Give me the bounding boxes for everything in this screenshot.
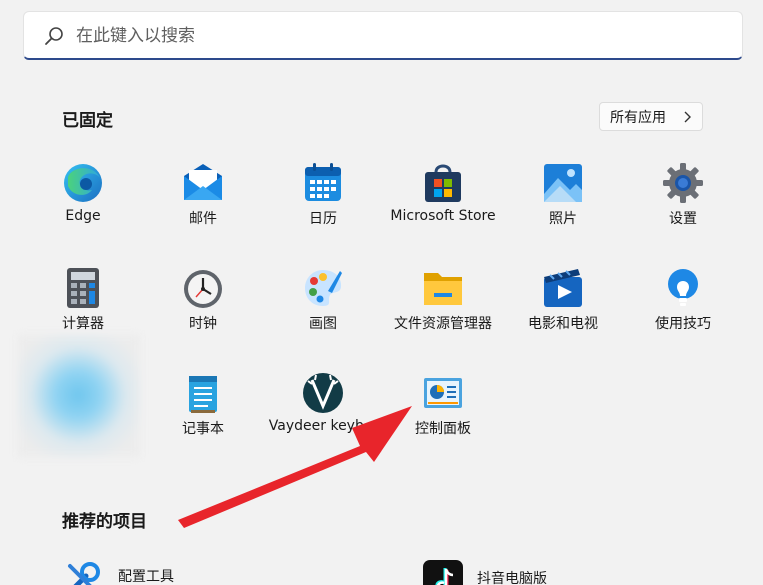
recommended-item-douyin[interactable]: 抖音电脑版 [423, 560, 603, 585]
app-mail[interactable]: 邮件 [142, 162, 262, 262]
app-label: 设置 [669, 211, 697, 227]
app-label: 日历 [309, 211, 337, 227]
app-label: 邮件 [189, 211, 217, 227]
mail-icon [184, 164, 222, 200]
app-label: Microsoft Store [390, 208, 496, 224]
blurred-app-tile[interactable] [18, 335, 140, 457]
chevron-right-icon [684, 111, 691, 123]
recommended-item-config-tool[interactable]: 配置工具 [64, 558, 224, 585]
app-label: 照片 [549, 211, 577, 227]
tips-icon [668, 269, 698, 306]
app-label: 画图 [309, 316, 337, 332]
search-icon [45, 27, 63, 45]
app-movies-tv[interactable]: 电影和电视 [502, 267, 622, 367]
app-photos[interactable]: 照片 [502, 162, 622, 262]
app-label: 文件资源管理器 [394, 316, 492, 332]
app-microsoft-store[interactable]: Microsoft Store [382, 162, 502, 262]
search-bar[interactable] [23, 11, 743, 60]
recommended-label: 抖音电脑版 [477, 571, 547, 585]
photos-icon [544, 164, 582, 202]
app-label: 使用技巧 [655, 316, 711, 332]
recommended-label: 配置工具 [118, 569, 174, 585]
calculator-icon [67, 268, 99, 308]
clock-icon [184, 270, 222, 308]
red-annotation-arrow [178, 406, 412, 528]
movies-icon [544, 269, 582, 307]
folder-icon [424, 273, 462, 305]
settings-icon [663, 163, 703, 203]
app-paint[interactable]: 画图 [262, 267, 382, 367]
paint-icon [305, 270, 342, 306]
edge-icon [64, 164, 102, 202]
tools-icon [68, 562, 100, 585]
app-label: 计算器 [62, 316, 104, 332]
app-clock[interactable]: 时钟 [142, 267, 262, 367]
app-file-explorer[interactable]: 文件资源管理器 [382, 267, 502, 367]
app-tips[interactable]: 使用技巧 [622, 267, 742, 367]
calendar-icon [305, 163, 341, 201]
app-settings[interactable]: 设置 [622, 162, 742, 262]
all-apps-button[interactable]: 所有应用 [599, 102, 703, 131]
app-calendar[interactable]: 日历 [262, 162, 382, 262]
store-icon [425, 164, 461, 202]
all-apps-label: 所有应用 [610, 109, 666, 126]
douyin-icon [423, 560, 463, 585]
app-label: 电影和电视 [528, 316, 598, 332]
app-edge[interactable]: Edge [22, 162, 142, 262]
app-label: Edge [65, 208, 101, 224]
pinned-title: 已固定 [62, 111, 113, 131]
recommended-title: 推荐的项目 [62, 512, 147, 532]
app-label: 时钟 [189, 316, 217, 332]
search-input[interactable] [76, 22, 716, 50]
